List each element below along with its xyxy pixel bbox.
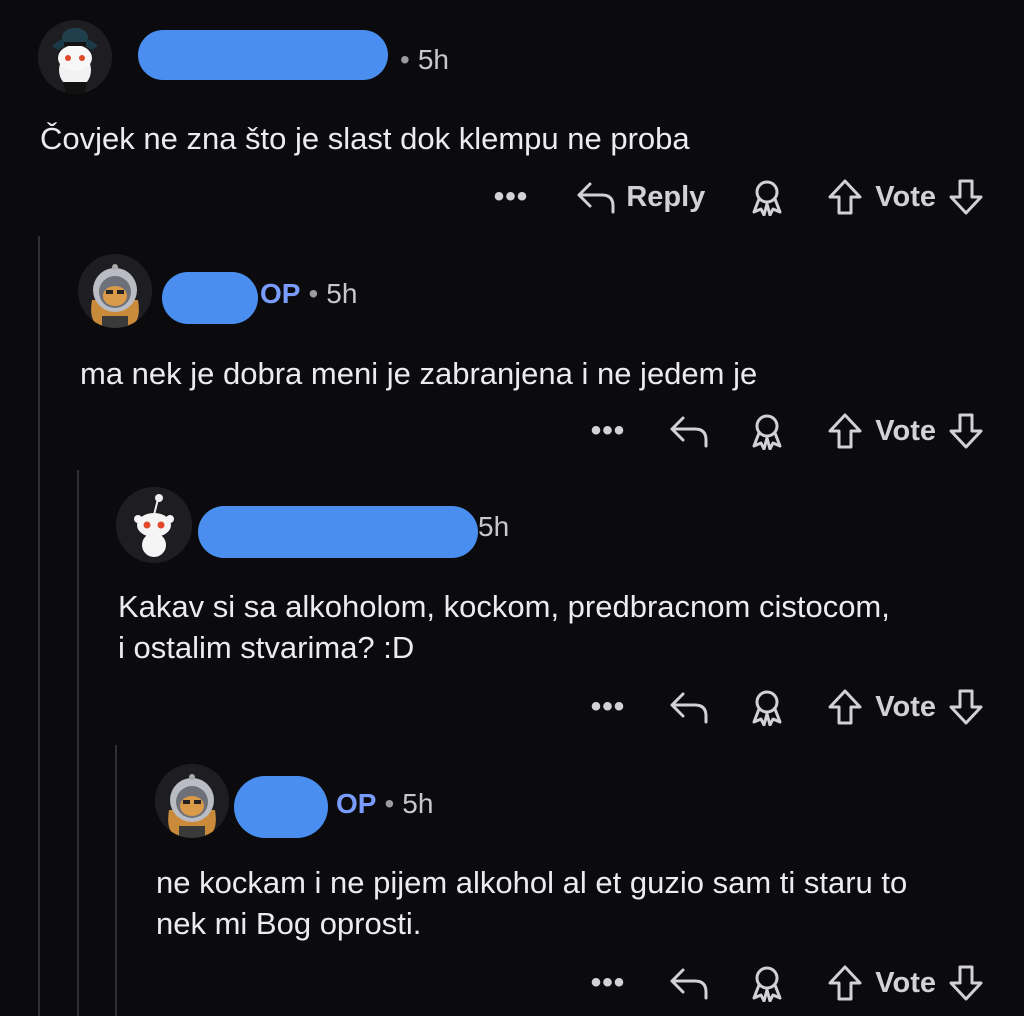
astronaut-avatar-icon [155, 764, 229, 838]
comment-text: Kakav si sa alkoholom, kockom, predbracn… [118, 589, 890, 665]
award-button[interactable] [749, 412, 785, 450]
reply-button[interactable]: Reply [576, 180, 705, 214]
comment-text: ne kockam i ne pijem alkohol al et guzio… [156, 865, 908, 941]
comment-meta: 5h [478, 511, 509, 543]
op-badge: OP [336, 788, 377, 819]
more-options-button[interactable]: ••• [591, 690, 626, 724]
vote-label: Vote [875, 180, 936, 213]
snoo-default-avatar-icon [116, 487, 192, 563]
redacted-username [138, 30, 388, 80]
comment-actions: ••• Reply Vote [494, 178, 984, 216]
downvote-icon [949, 179, 983, 215]
reply-icon [577, 182, 615, 214]
comment-meta: OP • 5h [260, 278, 357, 310]
more-options-button[interactable]: ••• [591, 966, 626, 1000]
timestamp: 5h [402, 788, 434, 819]
thread-line-level-3[interactable] [115, 745, 117, 1016]
reply-icon [670, 416, 708, 448]
thread-line-level-2[interactable] [77, 470, 79, 1016]
upvote-icon [828, 413, 862, 449]
more-options-button[interactable]: ••• [494, 180, 529, 214]
upvote-icon [828, 179, 862, 215]
timestamp: 5h [417, 44, 449, 75]
avatar[interactable] [116, 487, 192, 563]
redacted-username [162, 272, 258, 324]
redacted-username [234, 776, 328, 838]
downvote-button[interactable] [948, 178, 984, 216]
upvote-button[interactable] [827, 178, 863, 216]
avatar[interactable] [155, 764, 229, 838]
award-icon [752, 414, 782, 450]
reply-button[interactable] [669, 414, 709, 448]
separator-dot: • [400, 44, 410, 75]
comment-meta: OP • 5h [336, 788, 433, 820]
award-icon [752, 690, 782, 726]
reply-button[interactable] [669, 690, 709, 724]
downvote-button[interactable] [948, 688, 984, 726]
downvote-button[interactable] [948, 964, 984, 1002]
reply-icon [670, 968, 708, 1000]
more-options-button[interactable]: ••• [591, 414, 626, 448]
separator-dot: • [308, 278, 319, 309]
timestamp: 5h [478, 511, 510, 542]
downvote-icon [949, 689, 983, 725]
comment-meta: • 5h [392, 44, 449, 76]
op-badge: OP [260, 278, 301, 309]
award-icon [752, 180, 782, 216]
avatar[interactable] [38, 20, 112, 94]
award-button[interactable] [749, 964, 785, 1002]
timestamp: 5h [326, 278, 358, 309]
avatar[interactable] [78, 254, 152, 328]
comment-actions: ••• Vote [591, 964, 984, 1002]
upvote-icon [828, 965, 862, 1001]
reply-label: Reply [626, 180, 706, 213]
award-icon [752, 966, 782, 1002]
vote-label: Vote [875, 690, 936, 723]
separator-dot: • [384, 788, 395, 819]
downvote-icon [949, 413, 983, 449]
upvote-icon [828, 689, 862, 725]
thread-line-level-1[interactable] [38, 236, 40, 1016]
reply-button[interactable] [669, 966, 709, 1000]
comment-actions: ••• Vote [591, 412, 984, 450]
redacted-username [198, 506, 478, 558]
upvote-button[interactable] [827, 964, 863, 1002]
comment-text: Čovjek ne zna što je slast dok klempu ne… [40, 121, 690, 156]
vote-label: Vote [875, 414, 936, 447]
comment-actions: ••• Vote [591, 688, 984, 726]
vote-label: Vote [875, 966, 936, 999]
snoo-hat-avatar-icon [38, 20, 112, 94]
upvote-button[interactable] [827, 412, 863, 450]
award-button[interactable] [749, 178, 785, 216]
downvote-button[interactable] [948, 412, 984, 450]
comment-text: ma nek je dobra meni je zabranjena i ne … [80, 356, 758, 391]
award-button[interactable] [749, 688, 785, 726]
downvote-icon [949, 965, 983, 1001]
reply-icon [670, 692, 708, 724]
upvote-button[interactable] [827, 688, 863, 726]
astronaut-avatar-icon [78, 254, 152, 328]
